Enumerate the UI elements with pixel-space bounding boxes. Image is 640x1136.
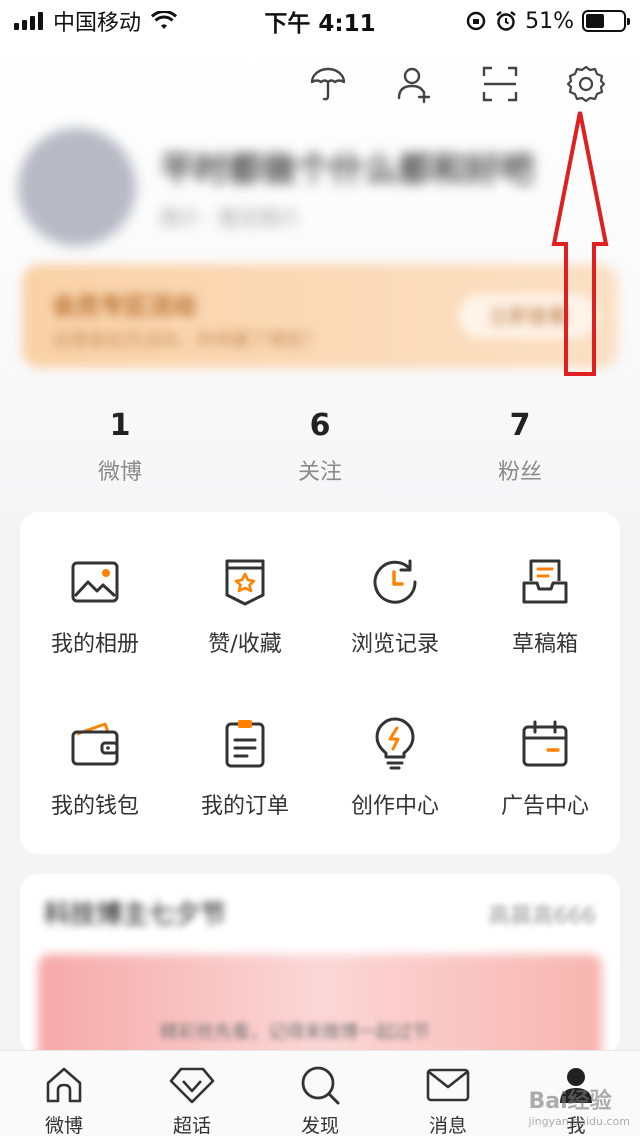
diamond-icon [168, 1061, 216, 1109]
stat-value: 1 [109, 408, 131, 443]
feed-caption: 精彩抢先看，记得来微博一起过节 [160, 1022, 430, 1043]
creator-icon [367, 716, 423, 772]
tab-label: 消息 [428, 1115, 467, 1136]
rotation-lock-icon [466, 11, 486, 31]
header-toolbar [304, 60, 610, 108]
profile-meta: 简介 · 暂无简介 [160, 206, 300, 230]
wifi-icon [151, 11, 178, 29]
stat-followers[interactable]: 7 粉丝 [420, 408, 620, 486]
watermark-brand: Bai经验 [528, 1089, 612, 1114]
stat-following[interactable]: 6 关注 [220, 408, 420, 486]
watermark-url: jingyan.baidu.com [528, 1115, 630, 1128]
stat-value: 6 [309, 408, 331, 443]
grid-item-drafts[interactable]: 草稿箱 [470, 522, 620, 684]
grid-item-album[interactable]: 我的相册 [20, 522, 170, 684]
tab-label: 微博 [44, 1115, 83, 1136]
grid-item-label: 创作中心 [350, 794, 439, 819]
carrier-label: 中国移动 [53, 11, 142, 36]
orders-icon [217, 716, 273, 772]
stat-label: 粉丝 [497, 460, 542, 485]
tab-messages[interactable]: 消息 [398, 1051, 498, 1136]
grid-item-label: 广告中心 [500, 794, 589, 819]
nickname: 平时都做个什么都和好吧 [160, 150, 534, 190]
feed-title: 科技博主七夕节 [44, 900, 227, 930]
grid-item-label: 我的订单 [200, 794, 289, 819]
grid-item-creator[interactable]: 创作中心 [320, 684, 470, 846]
vip-banner[interactable]: 会员专区活动 这里是会员活动，你将赢了哪些？ 立即查看 [22, 264, 618, 368]
wallet-icon [67, 716, 123, 772]
watermark: Bai经验 jingyan.baidu.com [528, 1083, 630, 1128]
drafts-icon [517, 554, 573, 610]
banner-title: 会员专区活动 [52, 292, 196, 320]
battery-icon [582, 10, 630, 32]
history-icon [367, 554, 423, 610]
grid-item-orders[interactable]: 我的订单 [170, 684, 320, 846]
grid-item-label: 我的钱包 [50, 794, 139, 819]
tab-label: 发现 [300, 1115, 339, 1136]
stat-value: 7 [509, 408, 531, 443]
avatar[interactable] [18, 128, 136, 246]
stat-posts[interactable]: 1 微博 [20, 408, 220, 486]
grid-item-history[interactable]: 浏览记录 [320, 522, 470, 684]
grid-item-label: 我的相册 [50, 632, 139, 657]
function-grid-card: 我的相册 赞/收藏 浏览记录 草稿箱 我的钱包 我的订单 创作中心 广告中心 [20, 512, 620, 854]
home-icon [40, 1061, 88, 1109]
grid-item-label: 浏览记录 [350, 632, 439, 657]
battery-percent: 51% [525, 8, 574, 34]
add-friend-icon[interactable] [390, 60, 438, 108]
tab-home[interactable]: 微博 [14, 1051, 114, 1136]
mail-icon [424, 1061, 472, 1109]
tab-label: 超话 [172, 1115, 211, 1136]
stat-label: 微博 [97, 460, 142, 485]
alarm-icon [496, 11, 516, 31]
status-bar: 中国移动 下午 4:11 51% [0, 0, 640, 42]
scan-icon[interactable] [476, 60, 524, 108]
tab-discover[interactable]: 发现 [270, 1051, 370, 1136]
feed-preview[interactable]: 科技博主七夕节 高晨高666 精彩抢先看，记得来微博一起过节 [20, 874, 620, 1054]
favorite-icon [217, 554, 273, 610]
profile-summary[interactable]: 平时都做个什么都和好吧 简介 · 暂无简介 [18, 128, 618, 248]
grid-item-favorites[interactable]: 赞/收藏 [170, 522, 320, 684]
annotation-arrow-icon [551, 111, 609, 376]
grid-item-wallet[interactable]: 我的钱包 [20, 684, 170, 846]
cell-signal-icon [14, 12, 43, 30]
album-icon [67, 554, 123, 610]
grid-item-label: 草稿箱 [511, 632, 578, 657]
search-icon [296, 1061, 344, 1109]
tab-super-topic[interactable]: 超话 [142, 1051, 242, 1136]
clock: 下午 4:11 [264, 11, 376, 37]
banner-subtitle: 这里是会员活动，你将赢了哪些？ [52, 330, 322, 351]
grid-item-label: 赞/收藏 [208, 632, 282, 657]
feed-author: 高晨高666 [488, 904, 596, 929]
stats-row: 1 微博 6 关注 7 粉丝 [20, 408, 620, 486]
settings-icon[interactable] [562, 60, 610, 108]
grid-item-ads[interactable]: 广告中心 [470, 684, 620, 846]
umbrella-icon[interactable] [304, 60, 352, 108]
ads-icon [517, 716, 573, 772]
stat-label: 关注 [297, 460, 342, 485]
